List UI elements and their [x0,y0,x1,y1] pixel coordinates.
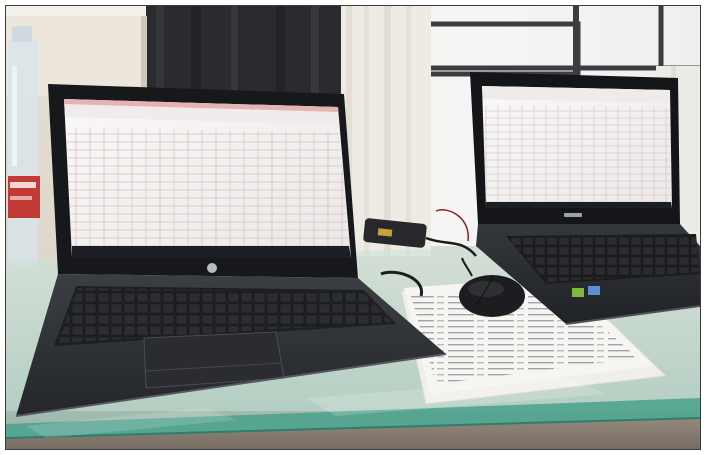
hp-logo [207,263,217,273]
scene-photo [6,6,700,449]
water-bottle [8,26,40,266]
photo-frame [5,5,701,450]
acer-logo [564,213,582,217]
dark-curtain [141,6,341,96]
left-laptop-taskbar [72,246,351,258]
right-laptop-taskbar [486,202,672,208]
